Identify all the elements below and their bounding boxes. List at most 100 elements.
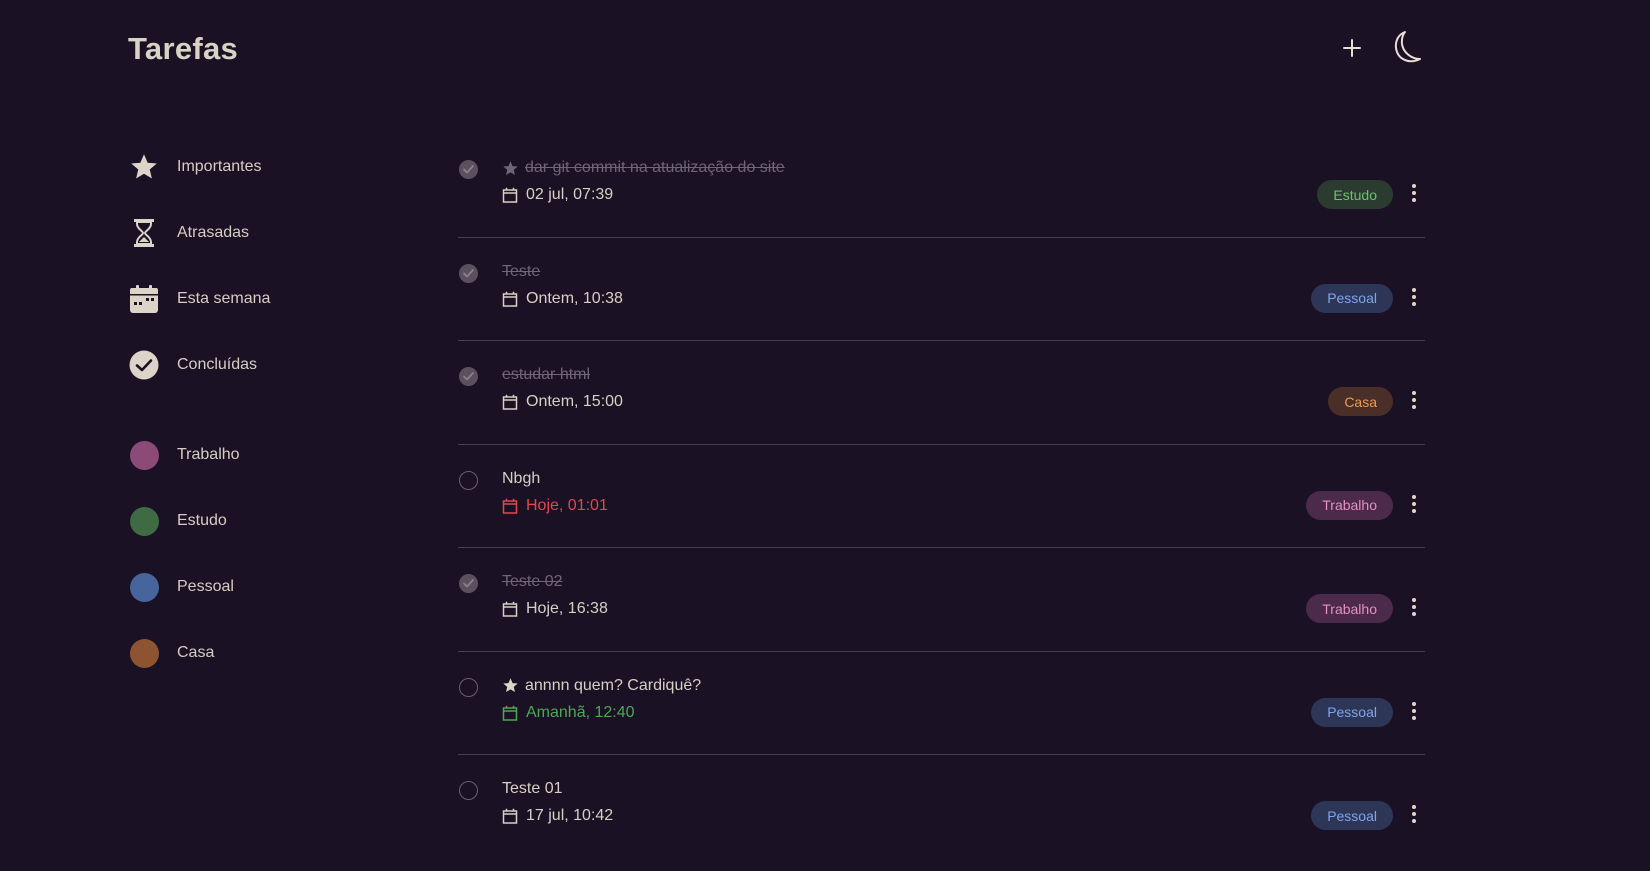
task-item[interactable]: Nbgh Hoje, 01:01 Trabalho [458, 445, 1425, 548]
sidebar-divider-space [128, 398, 408, 422]
task-date-text: 17 jul, 10:42 [526, 807, 614, 824]
task-due-date: Hoje, 01:01 [502, 497, 608, 515]
category-color-dot [129, 440, 159, 470]
sidebar-category-pessoal[interactable]: Pessoal [128, 554, 408, 620]
check-icon [463, 268, 474, 277]
star-icon [502, 160, 519, 177]
sidebar-category-casa[interactable]: Casa [128, 620, 408, 686]
kebab-dot [1412, 398, 1416, 402]
task-title: estudar html [502, 366, 590, 384]
kebab-dot [1412, 494, 1416, 499]
kebab-dot [1412, 812, 1416, 816]
kebab-dot [1412, 708, 1416, 713]
task-menu-button[interactable] [1403, 491, 1425, 517]
calendar-icon [502, 601, 518, 617]
kebab-dot [1412, 605, 1416, 609]
calendar-icon [502, 808, 518, 824]
task-checkbox[interactable] [459, 263, 478, 283]
sidebar-item-esta-semana[interactable]: Esta semana [128, 266, 408, 332]
task-due-date: Amanhã, 12:40 [502, 704, 635, 722]
sidebar-item-label: Concluídas [177, 356, 258, 373]
check-icon [463, 579, 474, 588]
calendar-icon [502, 187, 518, 203]
task-category-tag[interactable]: Pessoal [1311, 697, 1393, 727]
category-dot-slot [128, 571, 160, 603]
task-title-text: Nbgh [502, 469, 541, 487]
star-icon [128, 151, 160, 183]
task-item[interactable]: annnn quem? Cardiquê? Amanhã, 12:40 Pess… [458, 652, 1425, 755]
sidebar-item-label: Esta semana [177, 290, 271, 307]
task-menu-button[interactable] [1403, 180, 1425, 206]
task-item[interactable]: Teste 02 Hoje, 16:38 Trabalho [458, 548, 1425, 652]
task-checkbox[interactable] [459, 677, 478, 697]
task-item[interactable]: estudar html Ontem, 15:00 Casa [458, 341, 1425, 445]
task-title: Teste [502, 263, 540, 281]
task-menu-button[interactable] [1403, 387, 1425, 413]
task-category-tag[interactable]: Pessoal [1311, 283, 1393, 313]
category-color-dot [129, 638, 159, 668]
task-menu-button[interactable] [1403, 698, 1425, 724]
sidebar-item-label: Estudo [177, 512, 227, 529]
kebab-dot [1412, 501, 1416, 506]
category-dot-slot [128, 505, 160, 537]
app-root: Tarefas Importantes Atrasadas Esta seman… [0, 0, 1650, 871]
task-title: dar git commit na atualização do site [502, 159, 785, 177]
task-category-tag[interactable]: Trabalho [1306, 490, 1393, 520]
hourglass-icon [128, 217, 160, 249]
calendar-icon [502, 291, 518, 307]
category-dot-slot [128, 637, 160, 669]
task-due-date: Ontem, 10:38 [502, 290, 623, 308]
kebab-dot [1412, 294, 1416, 299]
category-color-dot [129, 506, 159, 536]
kebab-dot [1412, 598, 1416, 602]
task-title: annnn quem? Cardiquê? [502, 677, 701, 695]
sidebar-category-estudo[interactable]: Estudo [128, 488, 408, 554]
sidebar-item-label: Casa [177, 644, 215, 661]
calendar-week-icon [128, 283, 160, 315]
task-date-text: Amanhã, 12:40 [526, 703, 635, 721]
sidebar-item-importantes[interactable]: Importantes [128, 134, 408, 200]
task-due-date: Ontem, 15:00 [502, 393, 623, 411]
sidebar-item-label: Importantes [177, 158, 262, 175]
theme-toggle-button[interactable] [1388, 28, 1428, 68]
task-checkbox[interactable] [459, 574, 478, 593]
sidebar-item-atrasadas[interactable]: Atrasadas [128, 200, 408, 266]
task-title-text: Teste 02 [502, 573, 563, 590]
page-title: Tarefas [128, 31, 239, 66]
task-category-tag[interactable]: Pessoal [1311, 801, 1393, 830]
task-category-tag[interactable]: Trabalho [1306, 594, 1393, 623]
kebab-dot [1412, 198, 1416, 202]
task-checkbox[interactable] [459, 367, 478, 386]
kebab-dot [1412, 819, 1416, 823]
task-menu-button[interactable] [1403, 801, 1425, 827]
sidebar-category-trabalho[interactable]: Trabalho [128, 422, 408, 488]
category-dot-slot [128, 439, 160, 471]
check-icon [463, 372, 474, 381]
task-date-text: Ontem, 10:38 [526, 289, 623, 307]
task-due-date: Hoje, 16:38 [502, 600, 608, 618]
task-title-text: annnn quem? Cardiquê? [525, 676, 702, 694]
sidebar: Importantes Atrasadas Esta semana Conclu… [128, 134, 408, 686]
task-title-text: Teste [502, 262, 541, 280]
task-category-tag[interactable]: Estudo [1317, 180, 1393, 209]
add-task-button[interactable] [1332, 28, 1372, 68]
kebab-dot [1412, 715, 1416, 720]
sidebar-item-concluidas[interactable]: Concluídas [128, 332, 408, 398]
task-item[interactable]: dar git commit na atualização do site 02… [458, 134, 1425, 238]
task-item[interactable]: Teste Ontem, 10:38 Pessoal [458, 238, 1425, 341]
task-menu-button[interactable] [1403, 594, 1425, 620]
task-menu-button[interactable] [1403, 284, 1425, 310]
task-item[interactable]: Teste 01 17 jul, 10:42 Pessoal [458, 755, 1425, 859]
kebab-dot [1412, 405, 1416, 409]
kebab-dot [1412, 805, 1416, 809]
check-circle-icon [128, 349, 160, 381]
calendar-icon [502, 394, 518, 410]
task-category-tag[interactable]: Casa [1328, 387, 1393, 416]
task-checkbox[interactable] [459, 470, 478, 490]
moon-icon [1394, 31, 1421, 63]
task-checkbox[interactable] [459, 781, 478, 800]
task-title: Teste 02 [502, 573, 562, 591]
category-color-dot [129, 572, 159, 602]
star-icon [502, 677, 519, 694]
task-checkbox[interactable] [459, 160, 478, 179]
